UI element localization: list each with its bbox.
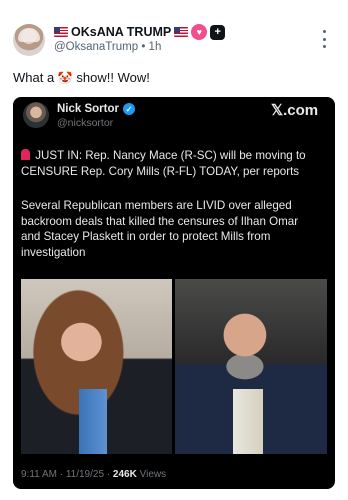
plus-badge-icon: + xyxy=(210,24,226,40)
quoted-author-display-name[interactable]: Nick Sortor xyxy=(57,103,119,115)
photo-man[interactable] xyxy=(175,279,327,454)
post-age[interactable]: 1h xyxy=(149,41,162,53)
us-flag-icon xyxy=(54,27,68,37)
quoted-timestamp: 9:11 AM · 11/19/25 · xyxy=(21,469,111,480)
author-meta: @OksanaTrump • 1h xyxy=(54,41,161,53)
quoted-paragraph-2: Several Republican members are LIVID ove… xyxy=(21,199,299,259)
siren-icon xyxy=(21,149,30,160)
quoted-author-handle[interactable]: @nicksortor xyxy=(57,117,113,129)
quoted-paragraph-1: JUST IN: Rep. Nancy Mace (R-SC) will be … xyxy=(21,149,306,178)
author-handle[interactable]: @OksanaTrump xyxy=(54,41,138,53)
more-options-button[interactable] xyxy=(320,30,328,48)
author-display-name[interactable]: OKsANA TRUMP xyxy=(71,25,171,39)
photo-woman[interactable] xyxy=(21,279,172,454)
views-count: 246K xyxy=(112,469,137,480)
us-flag-icon xyxy=(174,27,189,37)
post-text: What a 🤡 show!! Wow! xyxy=(13,70,150,85)
quoted-author-name-row[interactable]: Nick Sortor ✓ xyxy=(57,103,135,115)
heart-badge-icon: ♥ xyxy=(191,24,208,40)
post-card[interactable]: OKsANA TRUMP ♥ + @OksanaTrump • 1h What … xyxy=(0,0,348,500)
meta-separator: • xyxy=(141,41,146,53)
quoted-author-avatar[interactable] xyxy=(23,102,49,128)
more-icon xyxy=(322,30,326,33)
author-name-row[interactable]: OKsANA TRUMP ♥ + xyxy=(54,24,226,40)
clown-emoji-icon: 🤡 xyxy=(57,71,73,85)
author-avatar[interactable] xyxy=(13,24,45,56)
quoted-post-meta: 9:11 AM · 11/19/25 · 246K Views xyxy=(21,469,166,480)
views-label: Views xyxy=(139,469,167,480)
x-brand-logo: 𝕏.com xyxy=(271,102,319,119)
quoted-post-card[interactable]: Nick Sortor ✓ @nicksortor 𝕏.com JUST IN:… xyxy=(13,97,335,489)
verified-icon: ✓ xyxy=(123,103,135,115)
